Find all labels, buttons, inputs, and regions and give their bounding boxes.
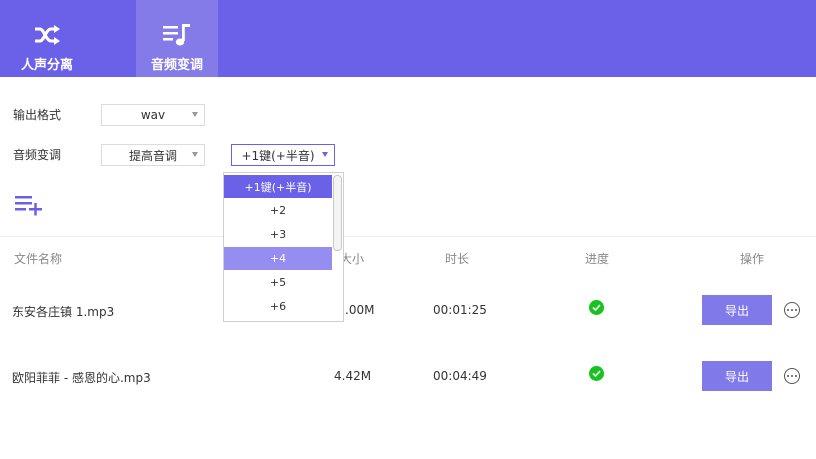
tab-label: 人声分离 [20,58,73,73]
pitch-label: 音频变调 [13,148,62,162]
dropdown-option[interactable]: +1键(+半音) [224,175,332,198]
file-name: 欧阳菲菲 - 感恩的心.mp3 [12,371,151,385]
header-progress: 进度 [585,252,610,266]
header-file-name: 文件名称 [14,252,63,266]
header-duration: 时长 [445,252,470,266]
dropdown-option[interactable]: +5 [224,271,332,294]
chevron-down-icon [192,112,198,117]
pitch-amount-select[interactable]: +1键(+半音) [231,144,335,166]
output-format-select[interactable]: wav [101,104,205,126]
pitch-amount-dropdown: +1键(+半音) +2 +3 +4 +5 +6 [223,172,344,322]
check-circle-icon [589,300,604,315]
export-button[interactable]: 导出 [702,295,772,325]
file-size: 4.42M [334,369,372,383]
music-list-icon [162,20,192,50]
dropdown-option[interactable]: +6 [224,295,332,318]
dropdown-option[interactable]: +4 [224,247,332,270]
dropdown-option[interactable]: +2 [224,199,332,222]
pitch-amount-value: +1键(+半音) [241,148,315,163]
output-format-value: wav [140,108,166,122]
tab-pitch-shift[interactable]: 音频变调 [136,0,218,77]
chevron-down-icon [192,152,198,157]
pitch-mode-value: 提高音调 [128,148,177,163]
divider [0,236,816,237]
check-circle-icon [589,366,604,381]
shuffle-icon [33,20,61,50]
header-action: 操作 [740,252,765,266]
tab-vocal-separation[interactable]: 人声分离 [0,0,94,77]
more-options-icon[interactable] [784,302,800,318]
file-size: .00M [345,303,375,317]
file-name: 东安各庄镇 1.mp3 [12,305,115,319]
playlist-add-icon [15,196,42,216]
more-options-icon[interactable] [784,368,800,384]
add-file-button[interactable] [14,194,44,216]
top-toolbar: 人声分离 音频变调 [0,0,816,77]
tab-label: 音频变调 [150,58,203,73]
file-duration: 00:04:49 [433,369,487,383]
export-button[interactable]: 导出 [702,361,772,391]
pitch-mode-select[interactable]: 提高音调 [101,144,205,166]
output-format-label: 输出格式 [13,108,62,122]
dropdown-scrollbar[interactable] [333,175,342,251]
chevron-down-icon [322,152,328,157]
file-duration: 00:01:25 [433,303,487,317]
dropdown-option[interactable]: +3 [224,223,332,246]
